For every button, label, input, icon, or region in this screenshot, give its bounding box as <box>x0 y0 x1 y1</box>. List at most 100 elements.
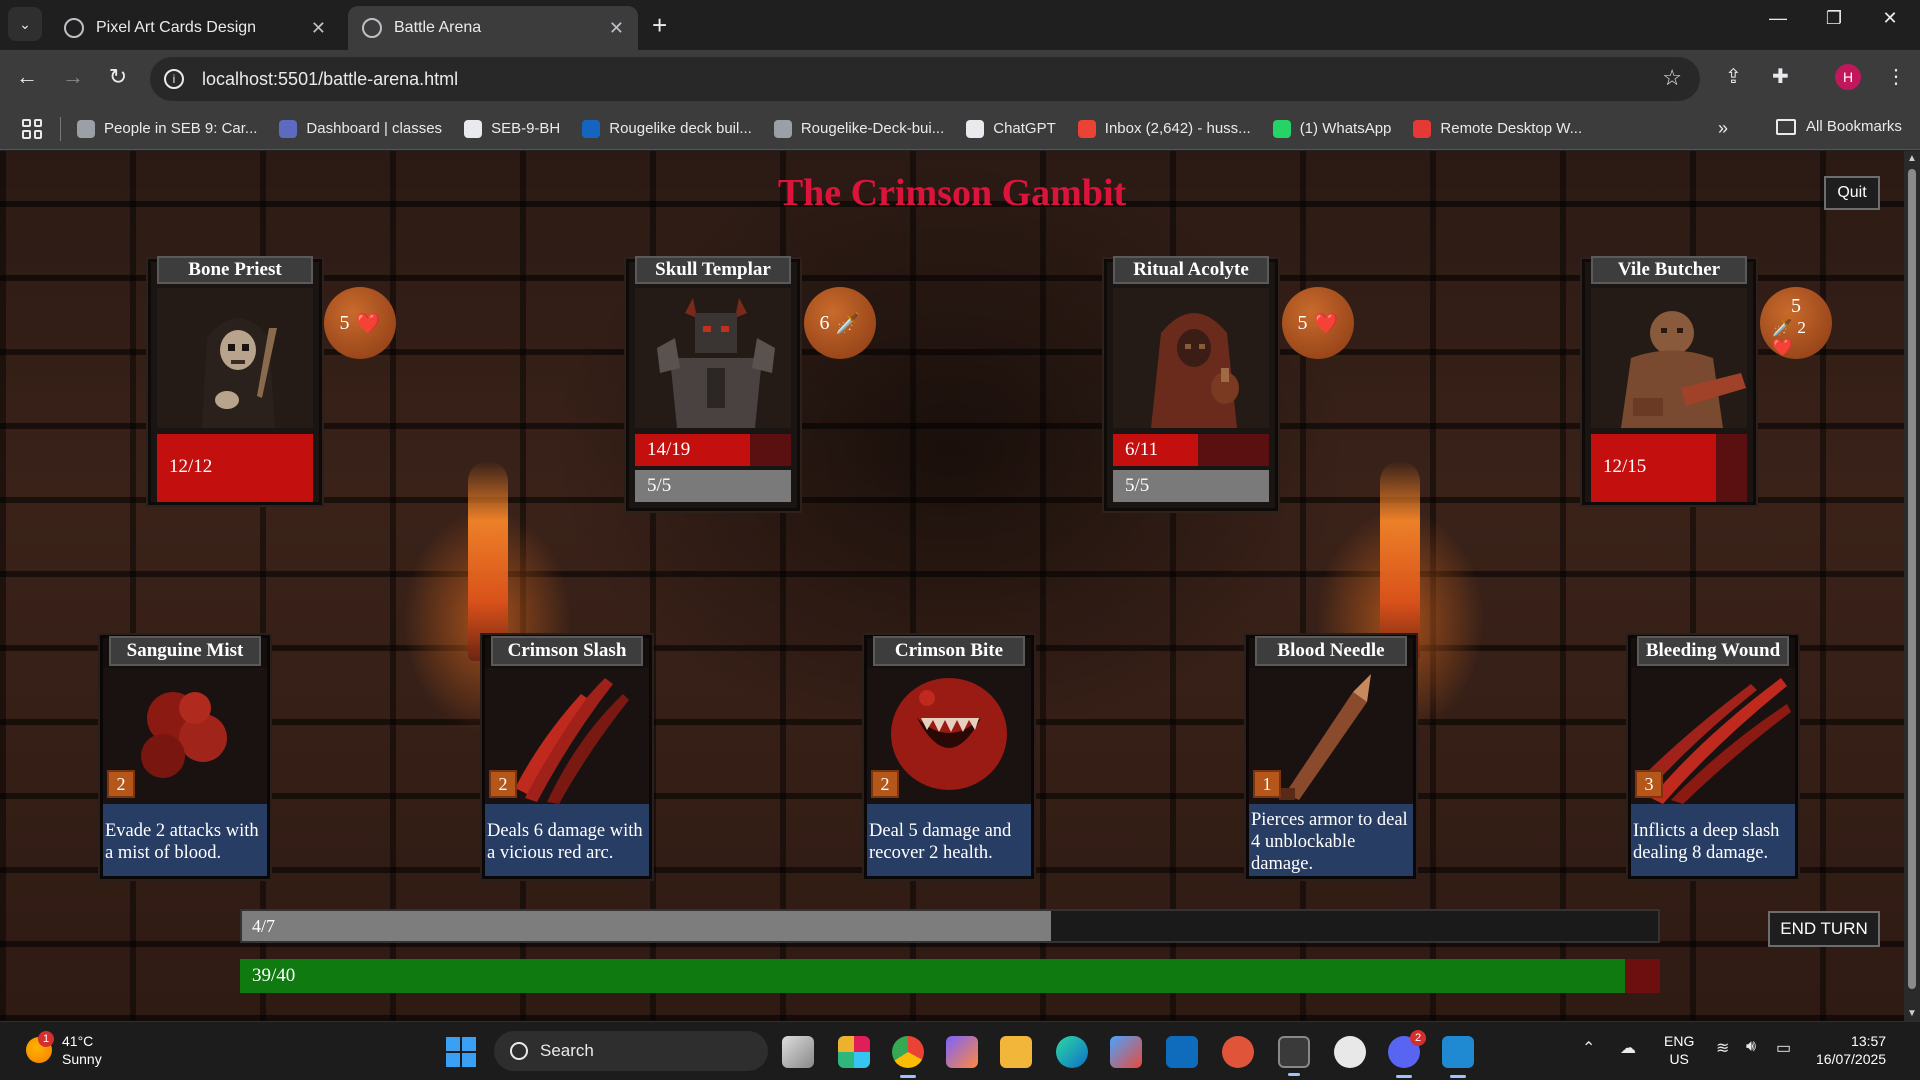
minimize-icon[interactable]: — <box>1758 8 1798 29</box>
quit-button[interactable]: Quit <box>1824 176 1880 210</box>
bookmark-favicon-icon <box>1077 119 1096 138</box>
avatar[interactable]: H <box>1835 64 1861 90</box>
bookmark-label: Dashboard | classes <box>306 120 443 137</box>
extensions-puzzle-icon[interactable]: ✚ <box>1772 64 1789 89</box>
hand-card-crimson-slash[interactable]: Crimson Slash 2 Deals 6 damage with a vi… <box>482 635 652 879</box>
enemy-hp-text: 12/15 <box>1603 456 1647 477</box>
enemy-hp-bar: 14/19 <box>635 434 791 466</box>
new-tab-button[interactable]: + <box>652 10 667 41</box>
card-description: Inflicts a deep slash dealing 8 damage. <box>1631 804 1795 876</box>
bookmark-item[interactable]: Inbox (2,642) - huss... <box>1077 119 1251 138</box>
bookmark-list: People in SEB 9: Car... Dashboard | class… <box>77 119 1604 138</box>
heart-icon: ❤️ <box>1313 312 1339 335</box>
bookmark-star-icon[interactable]: ☆ <box>1662 65 1682 91</box>
tab-battle-arena[interactable]: Battle Arena ✕ <box>348 6 638 50</box>
site-info-icon[interactable]: i <box>164 69 184 89</box>
bookmark-item[interactable]: Rougelike deck buil... <box>582 119 752 138</box>
bookmark-favicon-icon <box>77 119 95 138</box>
back-icon[interactable]: ← <box>12 64 42 90</box>
end-turn-button[interactable]: END TURN <box>1768 911 1880 947</box>
bookmark-item[interactable]: People in SEB 9: Car... <box>77 119 257 138</box>
bookmark-label: Rougelike deck buil... <box>609 120 752 137</box>
vscode-icon[interactable] <box>1442 1036 1474 1078</box>
bookmark-item[interactable]: SEB-9-BH <box>464 119 561 138</box>
bookmark-favicon-icon <box>1272 119 1291 138</box>
sun-icon: 1 <box>26 1031 54 1063</box>
edge-icon[interactable] <box>1056 1036 1088 1068</box>
terminal-icon[interactable] <box>1278 1036 1310 1076</box>
restore-icon[interactable]: ❐ <box>1814 8 1854 29</box>
bookmark-item[interactable]: Remote Desktop W... <box>1413 119 1582 138</box>
windows-start-icon[interactable] <box>446 1037 476 1067</box>
tab-search-button[interactable]: ⌄ <box>8 7 42 41</box>
bookmark-item[interactable]: Rougelike-Deck-bui... <box>773 119 944 138</box>
taskbar-search[interactable]: Search <box>494 1031 768 1071</box>
chrome-icon[interactable] <box>892 1036 924 1078</box>
enemy-armor-bar: 5/5 <box>635 470 791 502</box>
bookmark-favicon-icon <box>1413 119 1432 138</box>
wifi-icon[interactable]: ≋ <box>1716 1038 1729 1058</box>
git-icon[interactable] <box>1222 1036 1254 1068</box>
battery-icon[interactable]: ▭ <box>1776 1038 1791 1058</box>
card-cost-badge: 1 <box>1253 770 1281 798</box>
all-bookmarks-button[interactable]: All Bookmarks <box>1776 118 1902 135</box>
tab-pixel-art-cards[interactable]: Pixel Art Cards Design ✕ <box>50 6 340 50</box>
window-close-icon[interactable]: ✕ <box>1870 8 1910 29</box>
clock-date: 16/07/2025 <box>1816 1051 1887 1067</box>
url-text[interactable]: localhost:5501/battle-arena.html <box>202 69 458 90</box>
bookmark-item[interactable]: (1) WhatsApp <box>1272 119 1391 138</box>
slack-icon[interactable] <box>838 1036 870 1068</box>
outlook-icon[interactable] <box>1166 1036 1198 1068</box>
intent-value: 5 <box>1791 295 1801 317</box>
penguin-app-icon[interactable] <box>1334 1036 1366 1068</box>
enemy-intent: 6 🗡️ <box>804 287 876 359</box>
close-icon[interactable]: ✕ <box>311 18 326 39</box>
enemy-card-vile-butcher[interactable]: Vile Butcher 12/15 <box>1582 256 1756 505</box>
scrollbar-thumb[interactable] <box>1908 169 1916 989</box>
chevron-up-icon[interactable]: ⌃ <box>1582 1038 1595 1058</box>
card-name: Crimson Bite <box>873 636 1025 666</box>
energy-text: 4/7 <box>252 916 276 936</box>
extension-icon[interactable]: ⇪ <box>1725 64 1742 89</box>
enemy-hp-bar: 12/12 <box>157 434 313 502</box>
language-indicator[interactable]: ENG US <box>1664 1032 1694 1068</box>
card-description-text: Pierces armor to deal 4 unblockable dama… <box>1251 810 1408 874</box>
player-hp-fill <box>240 959 1625 993</box>
close-icon[interactable]: ✕ <box>609 18 624 39</box>
hand-card-bleeding-wound[interactable]: Bleeding Wound 3 Inflicts a deep slash d… <box>1628 635 1798 879</box>
bookmark-item[interactable]: ChatGPT <box>966 119 1056 138</box>
task-view-icon[interactable] <box>782 1036 814 1068</box>
copilot-icon[interactable] <box>946 1036 978 1068</box>
bookmark-item[interactable]: Dashboard | classes <box>279 119 443 138</box>
apps-grid-icon[interactable] <box>22 118 42 139</box>
clock[interactable]: 13:57 16/07/2025 <box>1816 1032 1886 1068</box>
hand-card-sanguine-mist[interactable]: Sanguine Mist 2 Evade 2 attacks with a m… <box>100 635 270 879</box>
player-hp-text: 39/40 <box>252 965 296 986</box>
enemy-card-ritual-acolyte[interactable]: Ritual Acolyte 6/11 5/5 <box>1104 256 1278 511</box>
hand-card-blood-needle[interactable]: Blood Needle 1 Pierces armor to deal 4 u… <box>1246 635 1416 879</box>
weather-widget[interactable]: 1 41°C Sunny <box>26 1031 102 1068</box>
weather-temp: 41°C <box>62 1033 94 1049</box>
card-name: Sanguine Mist <box>109 636 261 666</box>
cloud-icon[interactable]: ☁ <box>1620 1038 1636 1058</box>
bookmark-label: SEB-9-BH <box>491 120 561 137</box>
menu-kebab-icon[interactable]: ⋮ <box>1886 64 1906 89</box>
enemy-name: Bone Priest <box>157 256 313 284</box>
page-scrollbar[interactable]: ▲ ▼ <box>1904 151 1920 1021</box>
forward-icon[interactable]: → <box>58 64 88 90</box>
reload-icon[interactable]: ↻ <box>103 64 133 90</box>
discord-icon[interactable]: 2 <box>1388 1030 1426 1078</box>
enemy-card-bone-priest[interactable]: Bone Priest 12/12 <box>148 256 322 505</box>
scroll-up-icon[interactable]: ▲ <box>1907 153 1917 164</box>
card-name: Bleeding Wound <box>1637 636 1789 666</box>
scroll-down-icon[interactable]: ▼ <box>1907 1008 1917 1019</box>
more-bookmarks-icon[interactable]: » <box>1718 118 1728 139</box>
file-explorer-icon[interactable] <box>1000 1036 1032 1068</box>
enemy-card-skull-templar[interactable]: Skull Templar 14/19 5/5 <box>626 256 800 511</box>
intent-value: 6 <box>819 311 830 334</box>
address-bar[interactable]: i localhost:5501/battle-arena.html ☆ <box>150 57 1700 101</box>
store-icon[interactable] <box>1110 1036 1142 1068</box>
bookmark-favicon-icon <box>773 119 792 138</box>
volume-icon[interactable]: 🔊︎ <box>1746 1038 1756 1056</box>
hand-card-crimson-bite[interactable]: Crimson Bite 2 Deal 5 damage and recover… <box>864 635 1034 879</box>
